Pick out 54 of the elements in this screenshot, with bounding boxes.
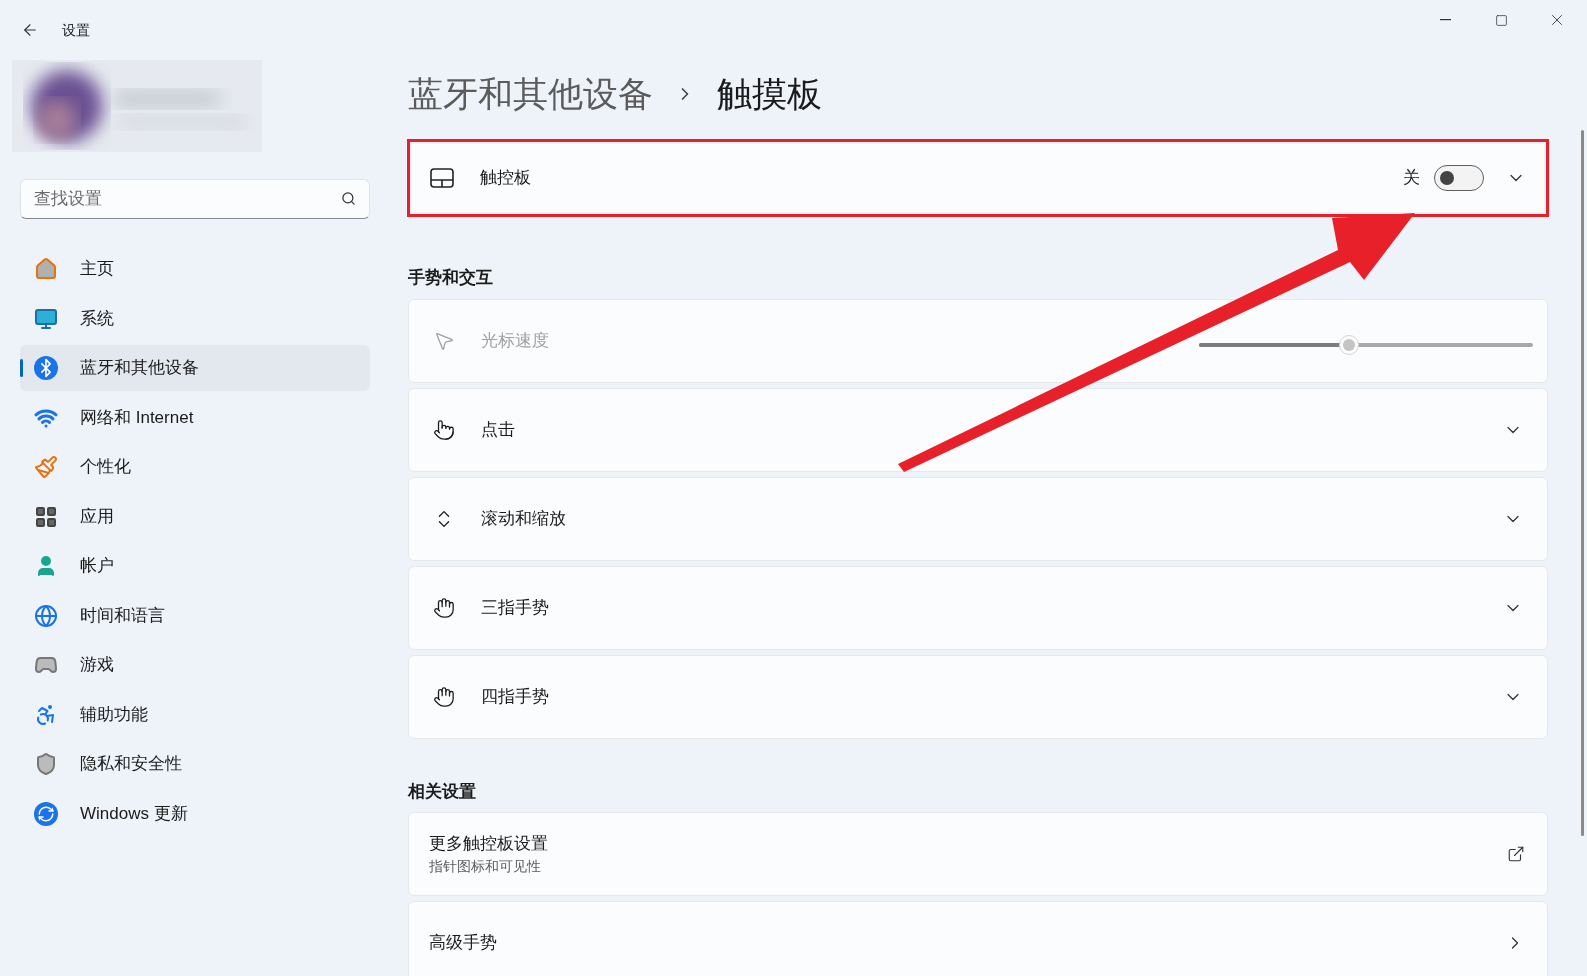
setting-label: 三指手势 <box>481 596 549 619</box>
slider[interactable] <box>1199 334 1533 355</box>
refresh-icon <box>34 801 58 826</box>
toggle-switch[interactable] <box>1434 165 1484 191</box>
external-link-icon <box>1507 845 1525 863</box>
shield-icon <box>34 752 58 776</box>
monitor-icon <box>34 306 58 331</box>
setting-label: 高级手势 <box>429 932 497 955</box>
touchpad-card[interactable]: 触控板 关 <box>412 144 1544 212</box>
page-title: 触摸板 <box>717 72 822 115</box>
nav-item[interactable]: 隐私和安全性 <box>20 741 370 787</box>
nav-item[interactable]: 网络和 Internet <box>20 394 370 441</box>
nav-item[interactable]: 主页 <box>20 246 370 292</box>
setting-label: 滚动和缩放 <box>481 507 566 530</box>
setting-label: 更多触控板设置 <box>429 832 548 855</box>
nav-item[interactable]: 游戏 <box>20 642 370 688</box>
search-field[interactable]: 查找设置 <box>20 179 370 219</box>
nav-item[interactable]: 系统 <box>20 295 370 342</box>
window-title: 设置 <box>62 20 90 40</box>
setting-description: 指针图标和可见性 <box>429 857 542 877</box>
minimize-icon <box>1439 19 1451 21</box>
nav-item[interactable]: Windows 更新 <box>20 790 370 837</box>
section-heading: 手势和交互 <box>408 267 494 289</box>
paintbrush-icon <box>34 455 58 479</box>
hand-icon <box>433 596 455 619</box>
setting-card[interactable]: 滚动和缩放 <box>408 476 1548 561</box>
hand-icon <box>433 685 455 708</box>
breadcrumb-parent[interactable]: 蓝牙和其他设备 <box>408 67 653 121</box>
search-icon <box>341 191 356 206</box>
touchpad-icon <box>430 168 454 188</box>
nav-item[interactable]: 帐户 <box>20 543 370 589</box>
pointing-hand-icon <box>433 418 455 441</box>
selection-indicator <box>20 359 23 377</box>
toggle-state-text: 关 <box>1403 167 1420 190</box>
setting-label: 四指手势 <box>481 685 549 708</box>
nav-item[interactable]: 蓝牙和其他设备 <box>20 345 370 391</box>
setting-label: 光标速度 <box>481 329 549 352</box>
nav-item[interactable]: 个性化 <box>20 444 370 490</box>
nav-item[interactable]: 辅助功能 <box>20 691 370 738</box>
scrollbar-thumb[interactable] <box>1581 130 1584 836</box>
setting-card[interactable]: 更多触控板设置 指针图标和可见性 <box>408 812 1548 896</box>
maximize-icon <box>1494 13 1508 27</box>
apps-icon <box>34 504 58 529</box>
bluetooth-icon <box>34 356 58 380</box>
setting-label: 点击 <box>481 418 515 441</box>
setting-label: 触控板 <box>480 167 531 190</box>
setting-card[interactable]: 高级手势 <box>408 901 1548 976</box>
setting-card[interactable]: 三指手势 <box>408 565 1548 650</box>
setting-card[interactable]: 点击 <box>408 387 1548 472</box>
setting-card[interactable]: 四指手势 <box>408 654 1548 739</box>
section-heading: 相关设置 <box>408 780 477 803</box>
nav-item[interactable]: 应用 <box>20 493 370 540</box>
home-icon <box>34 257 58 281</box>
nav-item[interactable]: 时间和语言 <box>20 592 370 639</box>
